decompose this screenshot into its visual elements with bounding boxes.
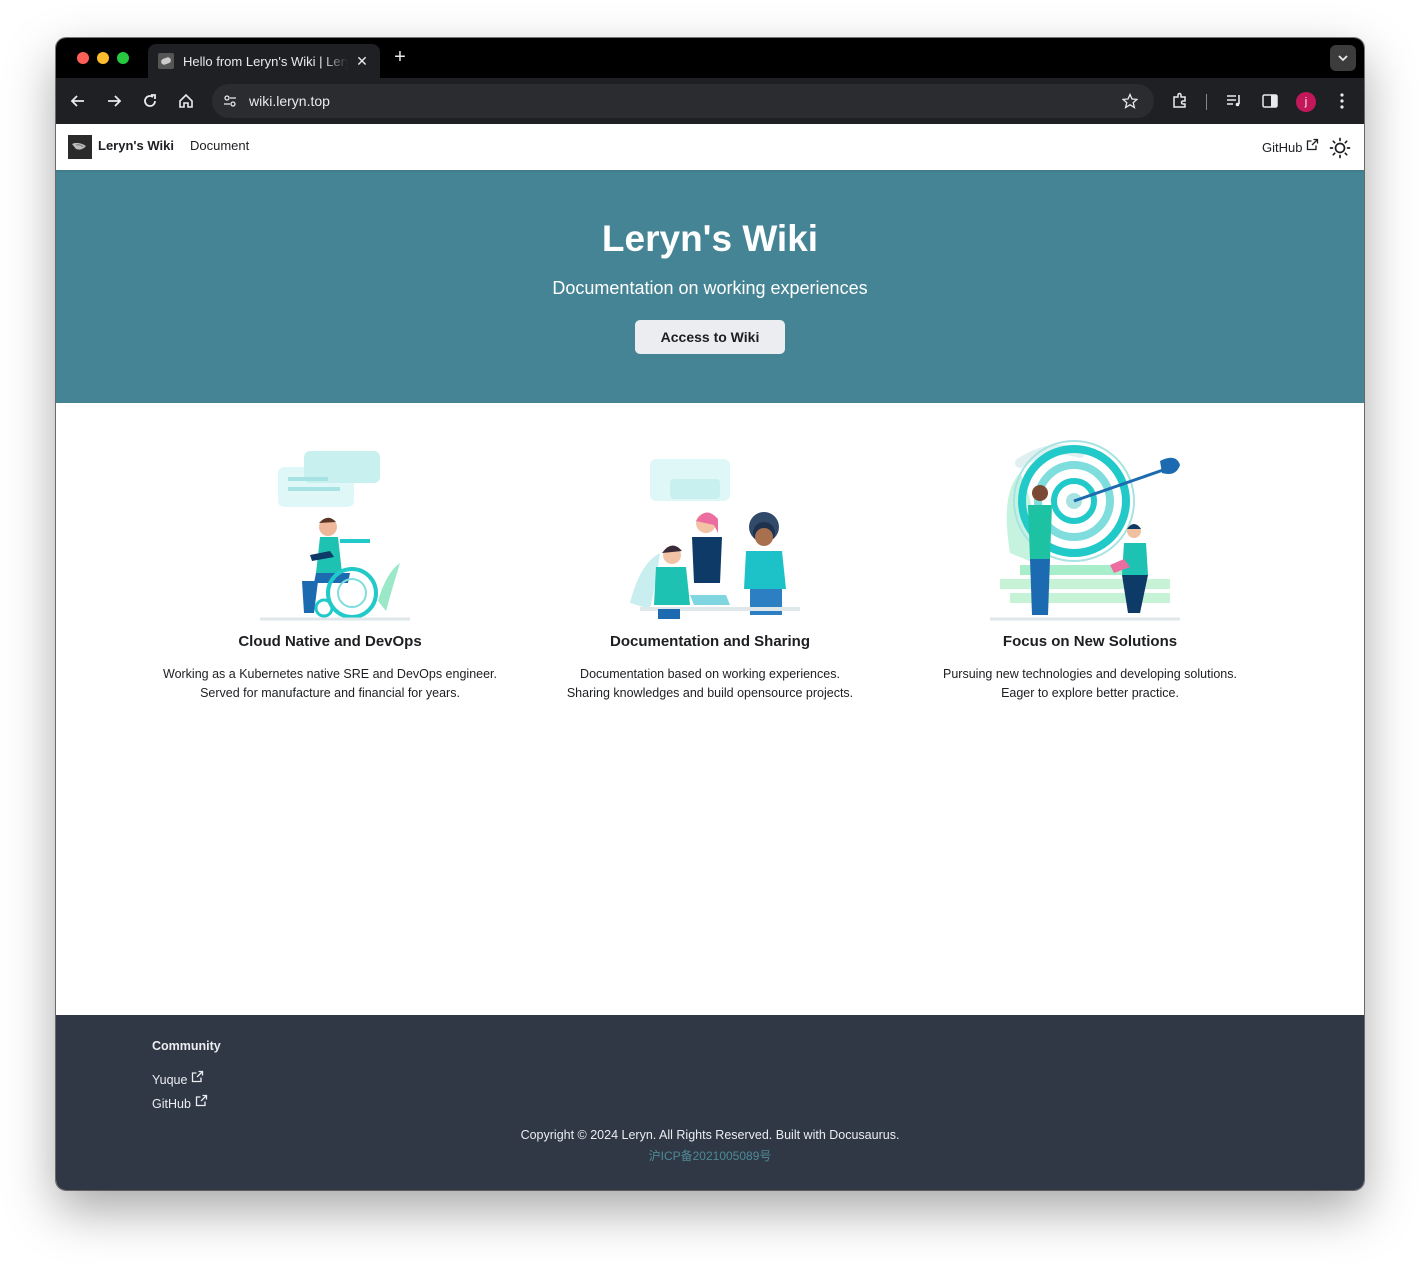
web-page: Leryn's Wiki Document GitHub Leryn's Wik… — [56, 124, 1364, 1190]
feature-description-line: Sharing knowledges and build opensource … — [566, 686, 854, 700]
maximize-window-button[interactable] — [117, 52, 129, 64]
hero-title: Leryn's Wiki — [601, 218, 819, 259]
feature-title: Cloud Native and DevOps — [238, 633, 422, 650]
devops-illustration — [260, 451, 410, 621]
nav-link-document[interactable]: Document — [190, 138, 249, 153]
nav-github-label: GitHub — [1262, 140, 1303, 155]
toolbar-separator — [1206, 94, 1207, 110]
browser-window: Hello from Leryn's Wiki | Leryn's Wiki ✕… — [56, 38, 1364, 1190]
feature-description-line: Working as a Kubernetes native SRE and D… — [163, 667, 497, 681]
feature-description-line: Documentation based on working experienc… — [580, 667, 840, 681]
footer-link-label: GitHub — [152, 1097, 191, 1111]
tab-search-icon[interactable] — [1330, 45, 1356, 71]
tab-strip: Hello from Leryn's Wiki | Leryn's Wiki ✕… — [56, 38, 1364, 78]
site-navbar: Leryn's Wiki Document GitHub — [56, 124, 1364, 170]
feature-description: Working as a Kubernetes native SRE and D… — [140, 665, 520, 703]
feature-description: Pursuing new technologies and developing… — [900, 665, 1280, 703]
feature-card: Focus on New Solutions Pursuing new tech… — [900, 433, 1280, 700]
sharing-illustration — [630, 459, 800, 619]
close-tab-icon[interactable]: ✕ — [354, 53, 370, 70]
copyright-text: Copyright © 2024 Leryn. All Rights Reser… — [520, 1128, 900, 1142]
footer-community-title: Community — [152, 1039, 221, 1053]
brand-title[interactable]: Leryn's Wiki — [98, 138, 174, 153]
hero-subtitle: Documentation on working experiences — [552, 278, 868, 298]
feature-title: Documentation and Sharing — [609, 633, 810, 650]
feature-description-line: Pursuing new technologies and developing… — [943, 667, 1237, 681]
feature-description-line: Eager to explore better practice. — [1001, 686, 1179, 700]
feature-description: Documentation based on working experienc… — [520, 665, 900, 703]
footer-link-label: Yuque — [152, 1073, 188, 1087]
theme-toggle-sun-icon[interactable] — [1328, 136, 1352, 160]
new-tab-icon[interactable]: + — [390, 46, 410, 69]
media-icon[interactable] — [1223, 90, 1245, 112]
browser-tab[interactable]: Hello from Leryn's Wiki | Leryn's Wiki ✕ — [148, 44, 380, 78]
favicon-icon — [158, 53, 174, 69]
site-info-icon[interactable] — [220, 91, 240, 111]
footer-link-yuque[interactable]: Yuque — [152, 1070, 204, 1087]
feature-card: Documentation and Sharing Documentation … — [520, 433, 900, 700]
close-window-button[interactable] — [77, 52, 89, 64]
site-footer: Community Yuque GitHub Copyright © 2024 … — [56, 1015, 1364, 1190]
feature-title: Focus on New Solutions — [1002, 633, 1178, 650]
external-link-icon — [195, 1094, 208, 1110]
feature-description-line: Served for manufacture and financial for… — [200, 686, 460, 700]
external-link-icon — [191, 1070, 204, 1086]
bookmark-star-icon[interactable] — [1120, 91, 1140, 111]
icp-link[interactable]: 沪ICP备2021005089号 — [56, 1147, 1364, 1164]
minimize-window-button[interactable] — [97, 52, 109, 64]
more-icon[interactable] — [1331, 90, 1353, 112]
feature-card: Cloud Native and DevOps Working as a Kub… — [140, 433, 520, 700]
access-wiki-button[interactable]: Access to Wiki — [635, 320, 785, 354]
site-logo[interactable] — [68, 135, 92, 159]
tab-title: Hello from Leryn's Wiki | Leryn's Wiki — [183, 53, 348, 69]
external-link-icon — [1306, 138, 1319, 154]
solutions-illustration — [990, 440, 1180, 621]
home-icon[interactable] — [175, 90, 197, 112]
extensions-icon[interactable] — [1169, 90, 1191, 112]
profile-avatar[interactable]: j — [1296, 92, 1316, 112]
reload-icon[interactable] — [139, 90, 161, 112]
footer-link-github[interactable]: GitHub — [152, 1094, 208, 1111]
forward-icon[interactable] — [103, 90, 125, 112]
url-text: wiki.leryn.top — [249, 93, 330, 109]
back-icon[interactable] — [67, 90, 89, 112]
hero-banner: Leryn's Wiki Documentation on working ex… — [56, 170, 1364, 403]
address-bar[interactable]: wiki.leryn.top — [212, 84, 1154, 118]
browser-toolbar: wiki.leryn.top j — [56, 78, 1364, 124]
side-panel-icon[interactable] — [1259, 90, 1281, 112]
nav-link-github[interactable]: GitHub — [1262, 138, 1319, 155]
